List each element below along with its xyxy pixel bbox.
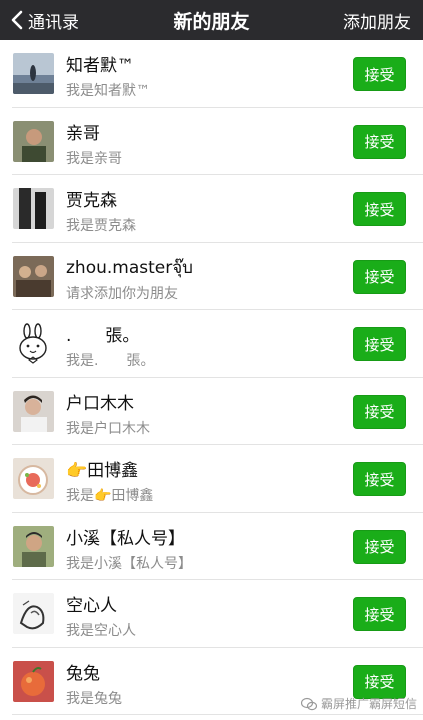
request-message: 我是兔兔: [66, 690, 122, 707]
friend-request-row[interactable]: . 張。 我是. 張。 接受: [0, 310, 423, 378]
request-message: 我是亲哥: [66, 150, 122, 167]
avatar-photo-person: [13, 390, 54, 432]
request-message: 我是小溪【私人号】: [66, 555, 192, 572]
request-message: 我是知者默™: [66, 83, 150, 99]
avatar-photo-dark: [13, 188, 54, 229]
wechat-official-icon: [300, 697, 317, 710]
accept-button[interactable]: 接受: [353, 57, 406, 91]
avatar-cartoon-rabbit: [13, 323, 54, 364]
back-button[interactable]: 通讯录: [10, 0, 79, 40]
avatar-photo-lake: [13, 53, 54, 94]
friend-request-row[interactable]: 空心人 我是空心人 接受: [0, 580, 423, 648]
accept-button[interactable]: 接受: [353, 597, 406, 631]
friend-request-row[interactable]: 小溪【私人号】 我是小溪【私人号】 接受: [0, 512, 423, 580]
request-message: 我是. 張。: [66, 353, 155, 369]
request-message: 我是户口木木: [66, 420, 150, 437]
request-message: 我是空心人: [66, 623, 136, 639]
friend-name: zhou.masterจุ๊บ: [66, 257, 193, 278]
friend-request-list: 知者默™ 我是知者默™ 接受 亲哥 我是亲哥 接受 贾克森 我是贾克森 接受 z…: [0, 40, 423, 715]
navbar: 通讯录 新的朋友 添加朋友: [0, 0, 423, 40]
friend-request-row[interactable]: 知者默™ 我是知者默™ 接受: [0, 40, 423, 108]
avatar-photo-person: [13, 525, 54, 567]
friend-name: 户口木木: [66, 393, 134, 414]
accept-button[interactable]: 接受: [353, 124, 406, 159]
avatar-photo-cake: [13, 458, 54, 499]
friend-name: . 張。: [66, 326, 140, 346]
accept-button[interactable]: 接受: [353, 529, 406, 564]
friend-request-row[interactable]: 👉田博鑫 我是👉田博鑫 接受: [0, 445, 423, 513]
request-message: 请求添加你为朋友: [66, 285, 178, 302]
add-friend-button[interactable]: 添加朋友: [343, 0, 411, 40]
friend-name: 亲哥: [66, 123, 100, 144]
friend-name: 小溪【私人号】: [66, 528, 185, 549]
avatar-photo-group: [13, 255, 54, 297]
watermark-text: 霸屏推广霸屏短信: [320, 697, 417, 711]
friend-request-row[interactable]: 亲哥 我是亲哥 接受: [0, 107, 423, 175]
friend-name: 兔兔: [66, 663, 100, 684]
friend-name: 👉田博鑫: [66, 461, 139, 481]
friend-name: 空心人: [66, 596, 117, 616]
accept-button[interactable]: 接受: [353, 462, 406, 496]
request-message: 我是👉田博鑫: [66, 488, 154, 504]
accept-button[interactable]: 接受: [353, 327, 406, 361]
watermark: 霸屏推广霸屏短信: [300, 695, 417, 712]
request-message: 我是贾克森: [66, 218, 136, 234]
friend-request-row[interactable]: 户口木木 我是户口木木 接受: [0, 377, 423, 445]
friend-name: 知者默™: [66, 56, 134, 76]
accept-button[interactable]: 接受: [353, 259, 406, 294]
avatar-photo-person: [13, 120, 54, 162]
avatar-photo-fruit: [13, 660, 54, 702]
accept-button[interactable]: 接受: [353, 192, 406, 226]
back-label: 通讯录: [28, 12, 79, 33]
accept-button[interactable]: 接受: [353, 664, 406, 699]
avatar-ink-sketch: [13, 593, 54, 634]
accept-button[interactable]: 接受: [353, 394, 406, 429]
friend-request-row[interactable]: 贾克森 我是贾克森 接受: [0, 175, 423, 243]
friend-name: 贾克森: [66, 191, 117, 211]
friend-request-row[interactable]: zhou.masterจุ๊บ 请求添加你为朋友 接受: [0, 242, 423, 310]
chevron-left-icon: [11, 10, 23, 30]
